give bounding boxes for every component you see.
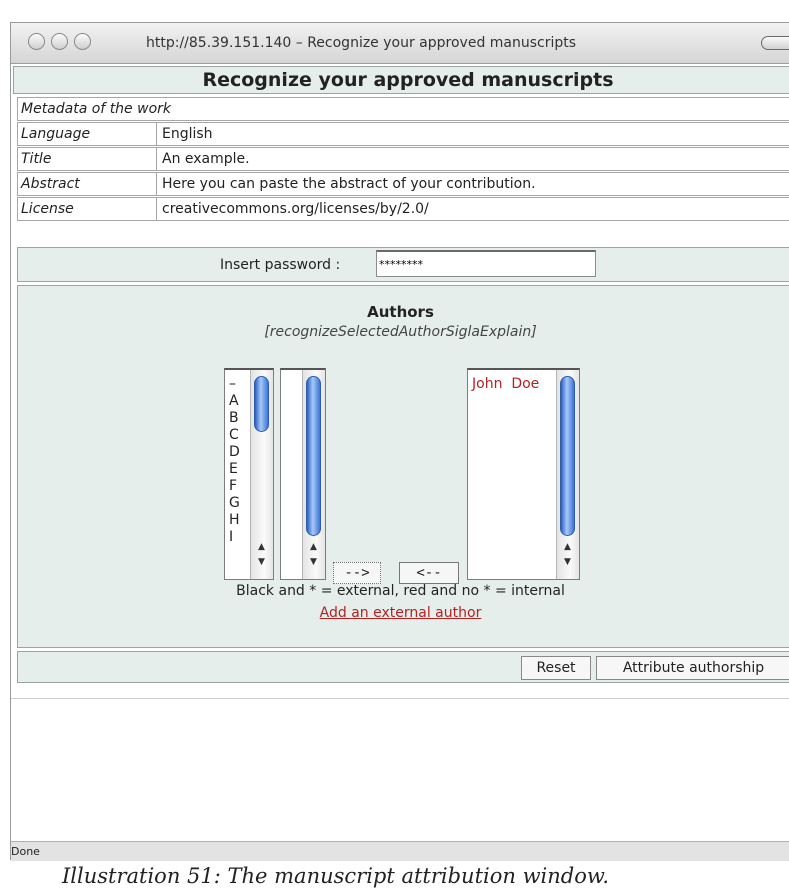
list-item[interactable]: – — [229, 376, 240, 393]
password-row: Insert password : — [17, 247, 789, 282]
password-label: Insert password : — [220, 257, 341, 273]
scroll-up-arrow-icon[interactable]: ▲ — [252, 540, 271, 554]
scroll-down-arrow-icon[interactable]: ▼ — [252, 555, 271, 569]
window-title: http://85.39.151.140 – Recognize your ap… — [146, 35, 577, 51]
metadata-value: creativecommons.org/licenses/by/2.0/ — [162, 201, 429, 217]
scroll-down-arrow-icon[interactable]: ▼ — [558, 555, 577, 569]
list-item[interactable]: B — [229, 410, 240, 427]
list-item[interactable]: I — [229, 529, 240, 546]
title-bar: http://85.39.151.140 – Recognize your ap… — [11, 23, 789, 64]
list-item[interactable]: H — [229, 512, 240, 529]
metadata-row-license: License creativecommons.org/licenses/by/… — [17, 197, 789, 221]
scrollbar[interactable]: ▲ ▼ — [556, 370, 579, 579]
list-item[interactable]: G — [229, 495, 240, 512]
scroll-up-arrow-icon[interactable]: ▲ — [558, 540, 577, 554]
page-content: Recognize your approved manuscripts Meta… — [11, 64, 789, 705]
metadata-value: English — [162, 126, 213, 142]
toolbar-toggle-button[interactable] — [761, 36, 789, 50]
metadata-label: Title — [18, 148, 157, 170]
browser-window: http://85.39.151.140 – Recognize your ap… — [10, 22, 789, 861]
scroll-up-arrow-icon[interactable]: ▲ — [304, 540, 323, 554]
reset-button[interactable]: Reset — [521, 656, 591, 680]
metadata-value: An example. — [162, 151, 250, 167]
metadata-row-title: Title An example. — [17, 147, 789, 171]
remove-author-button[interactable]: <-- — [399, 562, 459, 584]
divider — [11, 698, 789, 699]
metadata-label: Abstract — [18, 173, 157, 195]
scrollbar-thumb[interactable] — [560, 376, 575, 536]
metadata-header: Metadata of the work — [21, 101, 171, 117]
metadata-header-row: Metadata of the work — [17, 97, 789, 121]
add-author-button[interactable]: --> — [333, 562, 381, 584]
scrollbar[interactable]: ▲ ▼ — [250, 370, 273, 579]
legend-note: Black and * = external, red and no * = i… — [236, 583, 565, 599]
scrollbar-thumb[interactable] — [254, 376, 269, 432]
selected-authors-list[interactable]: John Doe ▲ ▼ — [467, 368, 580, 580]
list-item[interactable]: F — [229, 478, 240, 495]
scrollbar-thumb[interactable] — [306, 376, 321, 536]
authors-panel: Authors [recognizeSelectedAuthorSiglaExp… — [17, 285, 789, 648]
metadata-label: License — [18, 198, 157, 220]
list-item[interactable]: A — [229, 393, 240, 410]
status-bar: Done — [11, 841, 789, 861]
metadata-row-language: Language English — [17, 122, 789, 146]
scroll-down-arrow-icon[interactable]: ▼ — [304, 555, 323, 569]
list-item[interactable]: John Doe — [472, 376, 539, 392]
minimize-window-button[interactable] — [51, 33, 68, 50]
attribute-authorship-button[interactable]: Attribute authorship — [596, 656, 789, 680]
authors-subtitle: [recognizeSelectedAuthorSiglaExplain] — [264, 324, 537, 340]
metadata-value: Here you can paste the abstract of your … — [162, 176, 536, 192]
authors-title: Authors — [367, 303, 434, 321]
list-item[interactable]: D — [229, 444, 240, 461]
metadata-label: Language — [18, 123, 157, 145]
letter-list-items: – A B C D E F G H I — [229, 376, 240, 546]
list-item[interactable]: E — [229, 461, 240, 478]
author-list[interactable]: ▲ ▼ — [280, 368, 326, 580]
add-external-author-link[interactable]: Add an external author — [18, 605, 783, 621]
actions-row: Reset Attribute authorship — [17, 651, 789, 683]
figure-caption: Illustration 51: The manuscript attribut… — [62, 864, 610, 888]
zoom-window-button[interactable] — [74, 33, 91, 50]
password-input[interactable] — [376, 250, 596, 277]
list-item[interactable]: C — [229, 427, 240, 444]
scrollbar[interactable]: ▲ ▼ — [302, 370, 325, 579]
metadata-row-abstract: Abstract Here you can paste the abstract… — [17, 172, 789, 196]
close-window-button[interactable] — [28, 33, 45, 50]
status-text: Done — [11, 845, 40, 858]
letter-list[interactable]: – A B C D E F G H I ▲ ▼ — [224, 368, 274, 580]
page-title: Recognize your approved manuscripts — [13, 66, 789, 94]
